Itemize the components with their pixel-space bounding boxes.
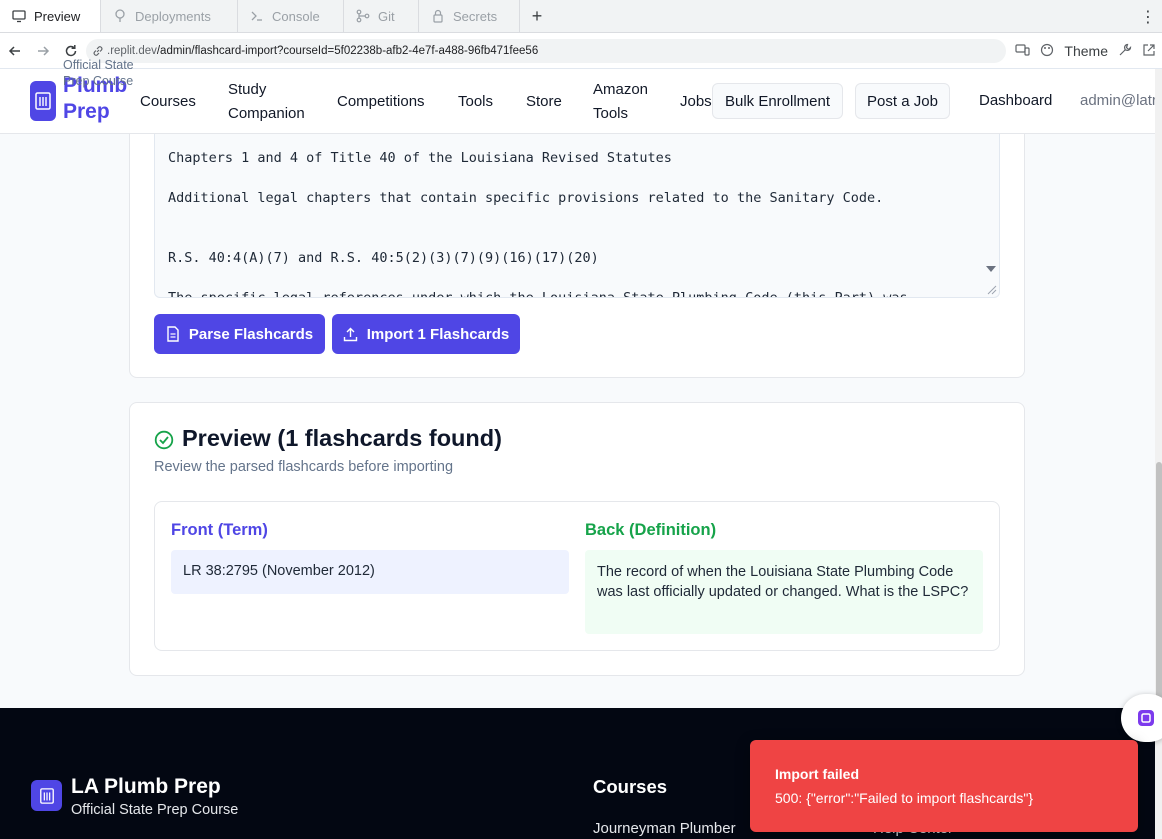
assistant-button[interactable]: [1121, 694, 1162, 742]
browser-tab-bar: Preview Deployments Console Git Secrets …: [0, 0, 1162, 33]
devices-icon[interactable]: [1015, 43, 1031, 60]
url-host: .replit.dev: [107, 45, 157, 57]
front-term: LR 38:2795 (November 2012): [171, 550, 569, 594]
footer-logo-icon: [31, 780, 62, 811]
tab-label: Console: [272, 8, 320, 24]
error-toast[interactable]: Import failed 500: {"error":"Failed to i…: [750, 740, 1138, 832]
resize-handle-icon[interactable]: [985, 283, 997, 295]
nav-label: Study: [228, 81, 267, 98]
back-icon[interactable]: [2, 38, 28, 64]
import-flashcards-button[interactable]: Import 1 Flashcards: [332, 314, 520, 354]
address-bar: .replit.dev/admin/flashcard-import?cours…: [0, 33, 1162, 69]
site-header: Plumb Prep Courses Study Companion Compe…: [0, 69, 1162, 134]
brand-line: Prep: [63, 100, 110, 123]
flashcard-textarea[interactable]: Chapters 1 and 4 of Title 40 of the Loui…: [154, 111, 1000, 298]
parse-label: Parse Flashcards: [188, 325, 314, 343]
preview-description: Review the parsed flashcards before impo…: [154, 459, 454, 475]
nav-label: Tools: [593, 105, 629, 122]
check-circle-icon: [154, 430, 174, 455]
address-bar-tools: Theme: [1015, 39, 1162, 63]
brand-sub-line: Official State: [63, 58, 134, 72]
tab-label: Git: [378, 8, 395, 24]
footer-brand: LA Plumb Prep: [71, 775, 221, 798]
scroll-down-icon[interactable]: [986, 266, 996, 272]
brand-subtitle: Official State Prep Course: [63, 57, 134, 89]
nav-label: Companion: [228, 105, 305, 122]
url-field[interactable]: .replit.dev/admin/flashcard-import?cours…: [86, 39, 1006, 63]
nav-courses[interactable]: Courses: [140, 90, 196, 114]
textarea-line: Additional legal chapters that contain s…: [168, 190, 884, 206]
post-job-button[interactable]: Post a Job: [855, 83, 950, 119]
upload-icon: [343, 327, 358, 342]
assistant-icon: [1136, 708, 1156, 728]
front-label: Front (Term): [171, 521, 268, 539]
page-scrollbar-thumb[interactable]: [1156, 462, 1162, 722]
nav-store[interactable]: Store: [526, 90, 562, 114]
preview-card: Preview (1 flashcards found) Review the …: [129, 402, 1025, 676]
nav-label: Amazon: [593, 81, 649, 98]
parse-flashcards-button[interactable]: Parse Flashcards: [154, 314, 325, 354]
user-menu[interactable]: admin@latr: [1080, 89, 1157, 113]
brand-sub-line: Prep Course: [63, 74, 134, 88]
flashcard-preview: Front (Term) Back (Definition) LR 38:279…: [154, 501, 1000, 651]
textarea-line: Chapters 1 and 4 of Title 40 of the Loui…: [168, 150, 672, 166]
nav-study-companion[interactable]: Study Companion: [228, 78, 305, 126]
theme-button[interactable]: Theme: [1064, 43, 1108, 59]
new-tab-button[interactable]: +: [520, 0, 554, 32]
tab-console[interactable]: Console: [238, 0, 344, 32]
forward-icon[interactable]: [30, 38, 56, 64]
file-text-icon: [166, 326, 180, 342]
footer-subtitle: Official State Prep Course: [71, 802, 239, 818]
tab-git[interactable]: Git: [344, 0, 419, 32]
monitor-icon: [12, 9, 26, 23]
git-icon: [356, 9, 370, 23]
palette-icon[interactable]: [1040, 43, 1054, 60]
logo-icon[interactable]: [30, 81, 56, 121]
import-card: Chapters 1 and 4 of Title 40 of the Loui…: [129, 110, 1025, 378]
back-label: Back (Definition): [585, 521, 717, 539]
link-icon: [92, 45, 104, 57]
tab-label: Secrets: [453, 8, 498, 24]
tab-label: Deployments: [135, 8, 211, 24]
toast-title: Import failed: [775, 766, 860, 782]
preview-title: Preview (1 flashcards found): [182, 425, 502, 451]
nav-competitions[interactable]: Competitions: [337, 90, 425, 114]
url-path: /admin/flashcard-import?courseId=5f02238…: [156, 45, 539, 57]
terminal-icon: [250, 9, 264, 23]
footer-course-link[interactable]: Journeyman Plumber: [593, 820, 736, 837]
more-options-icon[interactable]: ⋮: [1140, 7, 1156, 27]
nav-dashboard[interactable]: Dashboard: [979, 89, 1052, 113]
nav-tools[interactable]: Tools: [458, 90, 493, 114]
deploy-icon: [113, 9, 127, 23]
nav-jobs[interactable]: Jobs: [680, 90, 712, 114]
footer-courses-heading: Courses: [593, 776, 668, 797]
toast-message: 500: {"error":"Failed to import flashcar…: [775, 790, 1033, 806]
tab-preview[interactable]: Preview: [0, 0, 101, 32]
tab-secrets[interactable]: Secrets: [419, 0, 520, 32]
tab-deployments[interactable]: Deployments: [101, 0, 238, 32]
lock-icon: [431, 9, 445, 23]
import-label: Import 1 Flashcards: [366, 325, 510, 343]
back-definition: The record of when the Louisiana State P…: [585, 550, 983, 634]
nav-amazon-tools[interactable]: Amazon Tools: [593, 78, 648, 126]
textarea-line: R.S. 40:4(A)(7) and R.S. 40:5(2)(3)(7)(9…: [168, 250, 599, 266]
bulk-enrollment-button[interactable]: Bulk Enrollment: [712, 83, 843, 119]
tab-label: Preview: [34, 8, 81, 24]
wrench-icon[interactable]: [1118, 43, 1132, 60]
open-external-icon[interactable]: [1142, 43, 1156, 60]
textarea-line: The specific legal references under whic…: [168, 290, 908, 298]
